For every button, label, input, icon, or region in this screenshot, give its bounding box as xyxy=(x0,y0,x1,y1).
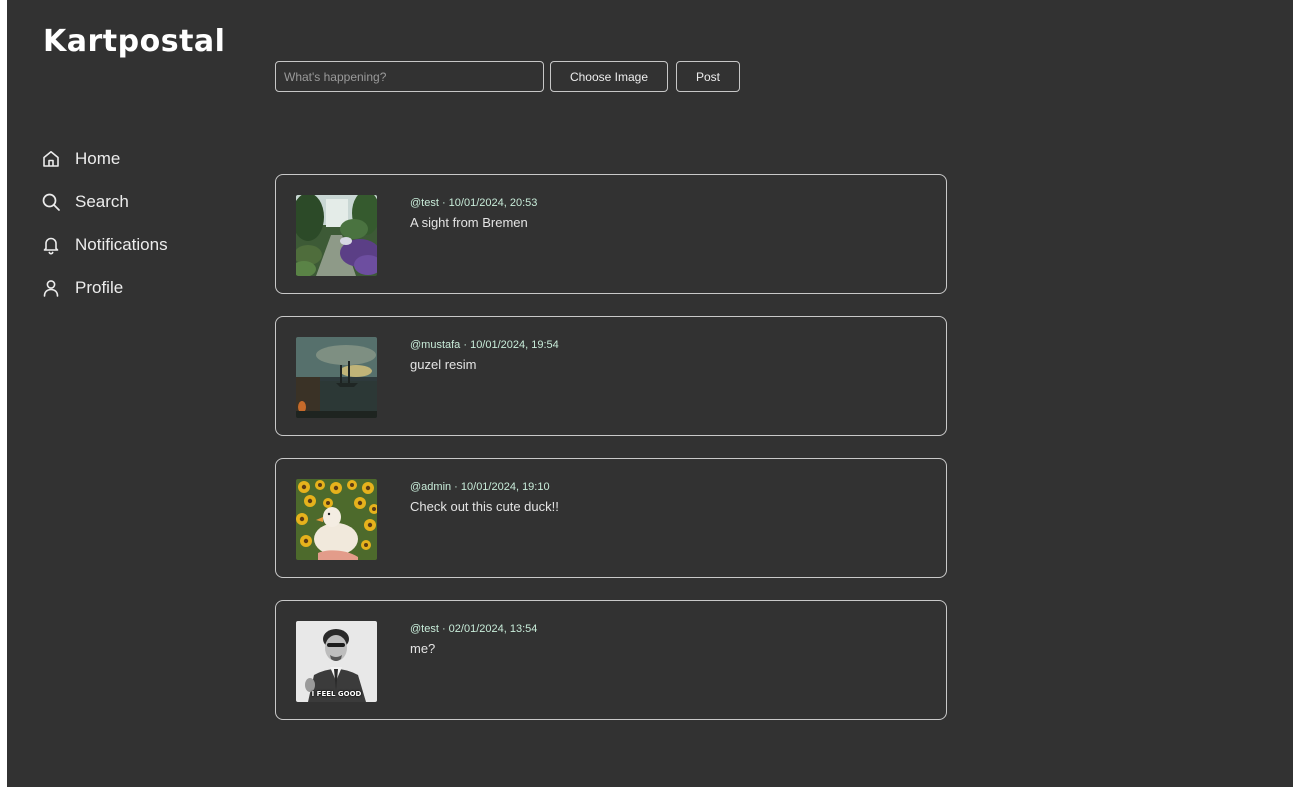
search-icon xyxy=(41,192,61,212)
sidebar-item-label: Home xyxy=(75,148,121,168)
home-icon xyxy=(41,149,61,169)
post-card[interactable]: @test · 10/01/2024, 20:53 A sight from B… xyxy=(275,174,947,294)
post-feed: @test · 10/01/2024, 20:53 A sight from B… xyxy=(275,174,947,742)
post-composer: Choose Image Post xyxy=(275,61,740,92)
post-meta: @admin · 10/01/2024, 19:10 xyxy=(410,481,550,493)
post-meta: @mustafa · 10/01/2024, 19:54 xyxy=(410,339,559,351)
sidebar-nav: Home Search Notifications Profile xyxy=(41,137,168,309)
post-button[interactable]: Post xyxy=(676,61,740,92)
post-text: A sight from Bremen xyxy=(410,215,528,230)
post-card[interactable]: @admin · 10/01/2024, 19:10 Check out thi… xyxy=(275,458,947,578)
post-image-garden[interactable] xyxy=(296,195,377,276)
meme-caption: I FEEL GOOD xyxy=(311,690,362,698)
post-card[interactable]: I FEEL GOOD @test · 02/01/2024, 13:54 me… xyxy=(275,600,947,720)
sidebar-item-home[interactable]: Home xyxy=(41,137,168,180)
post-card[interactable]: @mustafa · 10/01/2024, 19:54 guzel resim xyxy=(275,316,947,436)
sidebar-item-label: Profile xyxy=(75,277,124,297)
post-text: me? xyxy=(410,641,436,656)
sidebar-item-label: Search xyxy=(75,191,129,211)
bell-icon xyxy=(41,235,61,255)
post-image-duck-sunflowers[interactable] xyxy=(296,479,377,560)
app-logo[interactable]: Kartpostal xyxy=(43,24,225,59)
app-window: Kartpostal Home Search Notifications Pro… xyxy=(7,0,1293,787)
post-text: guzel resim xyxy=(410,357,477,372)
post-image-harbor-painting[interactable] xyxy=(296,337,377,418)
choose-image-button[interactable]: Choose Image xyxy=(550,61,668,92)
post-text-input[interactable] xyxy=(275,61,544,92)
sidebar-item-label: Notifications xyxy=(75,234,168,254)
sidebar-item-search[interactable]: Search xyxy=(41,180,168,223)
post-meta: @test · 10/01/2024, 20:53 xyxy=(410,197,538,209)
post-image-meme[interactable]: I FEEL GOOD xyxy=(296,621,377,702)
sidebar-item-profile[interactable]: Profile xyxy=(41,266,168,309)
sidebar-item-notifications[interactable]: Notifications xyxy=(41,223,168,266)
user-icon xyxy=(41,278,61,298)
post-meta: @test · 02/01/2024, 13:54 xyxy=(410,623,538,635)
post-text: Check out this cute duck!! xyxy=(410,499,559,514)
